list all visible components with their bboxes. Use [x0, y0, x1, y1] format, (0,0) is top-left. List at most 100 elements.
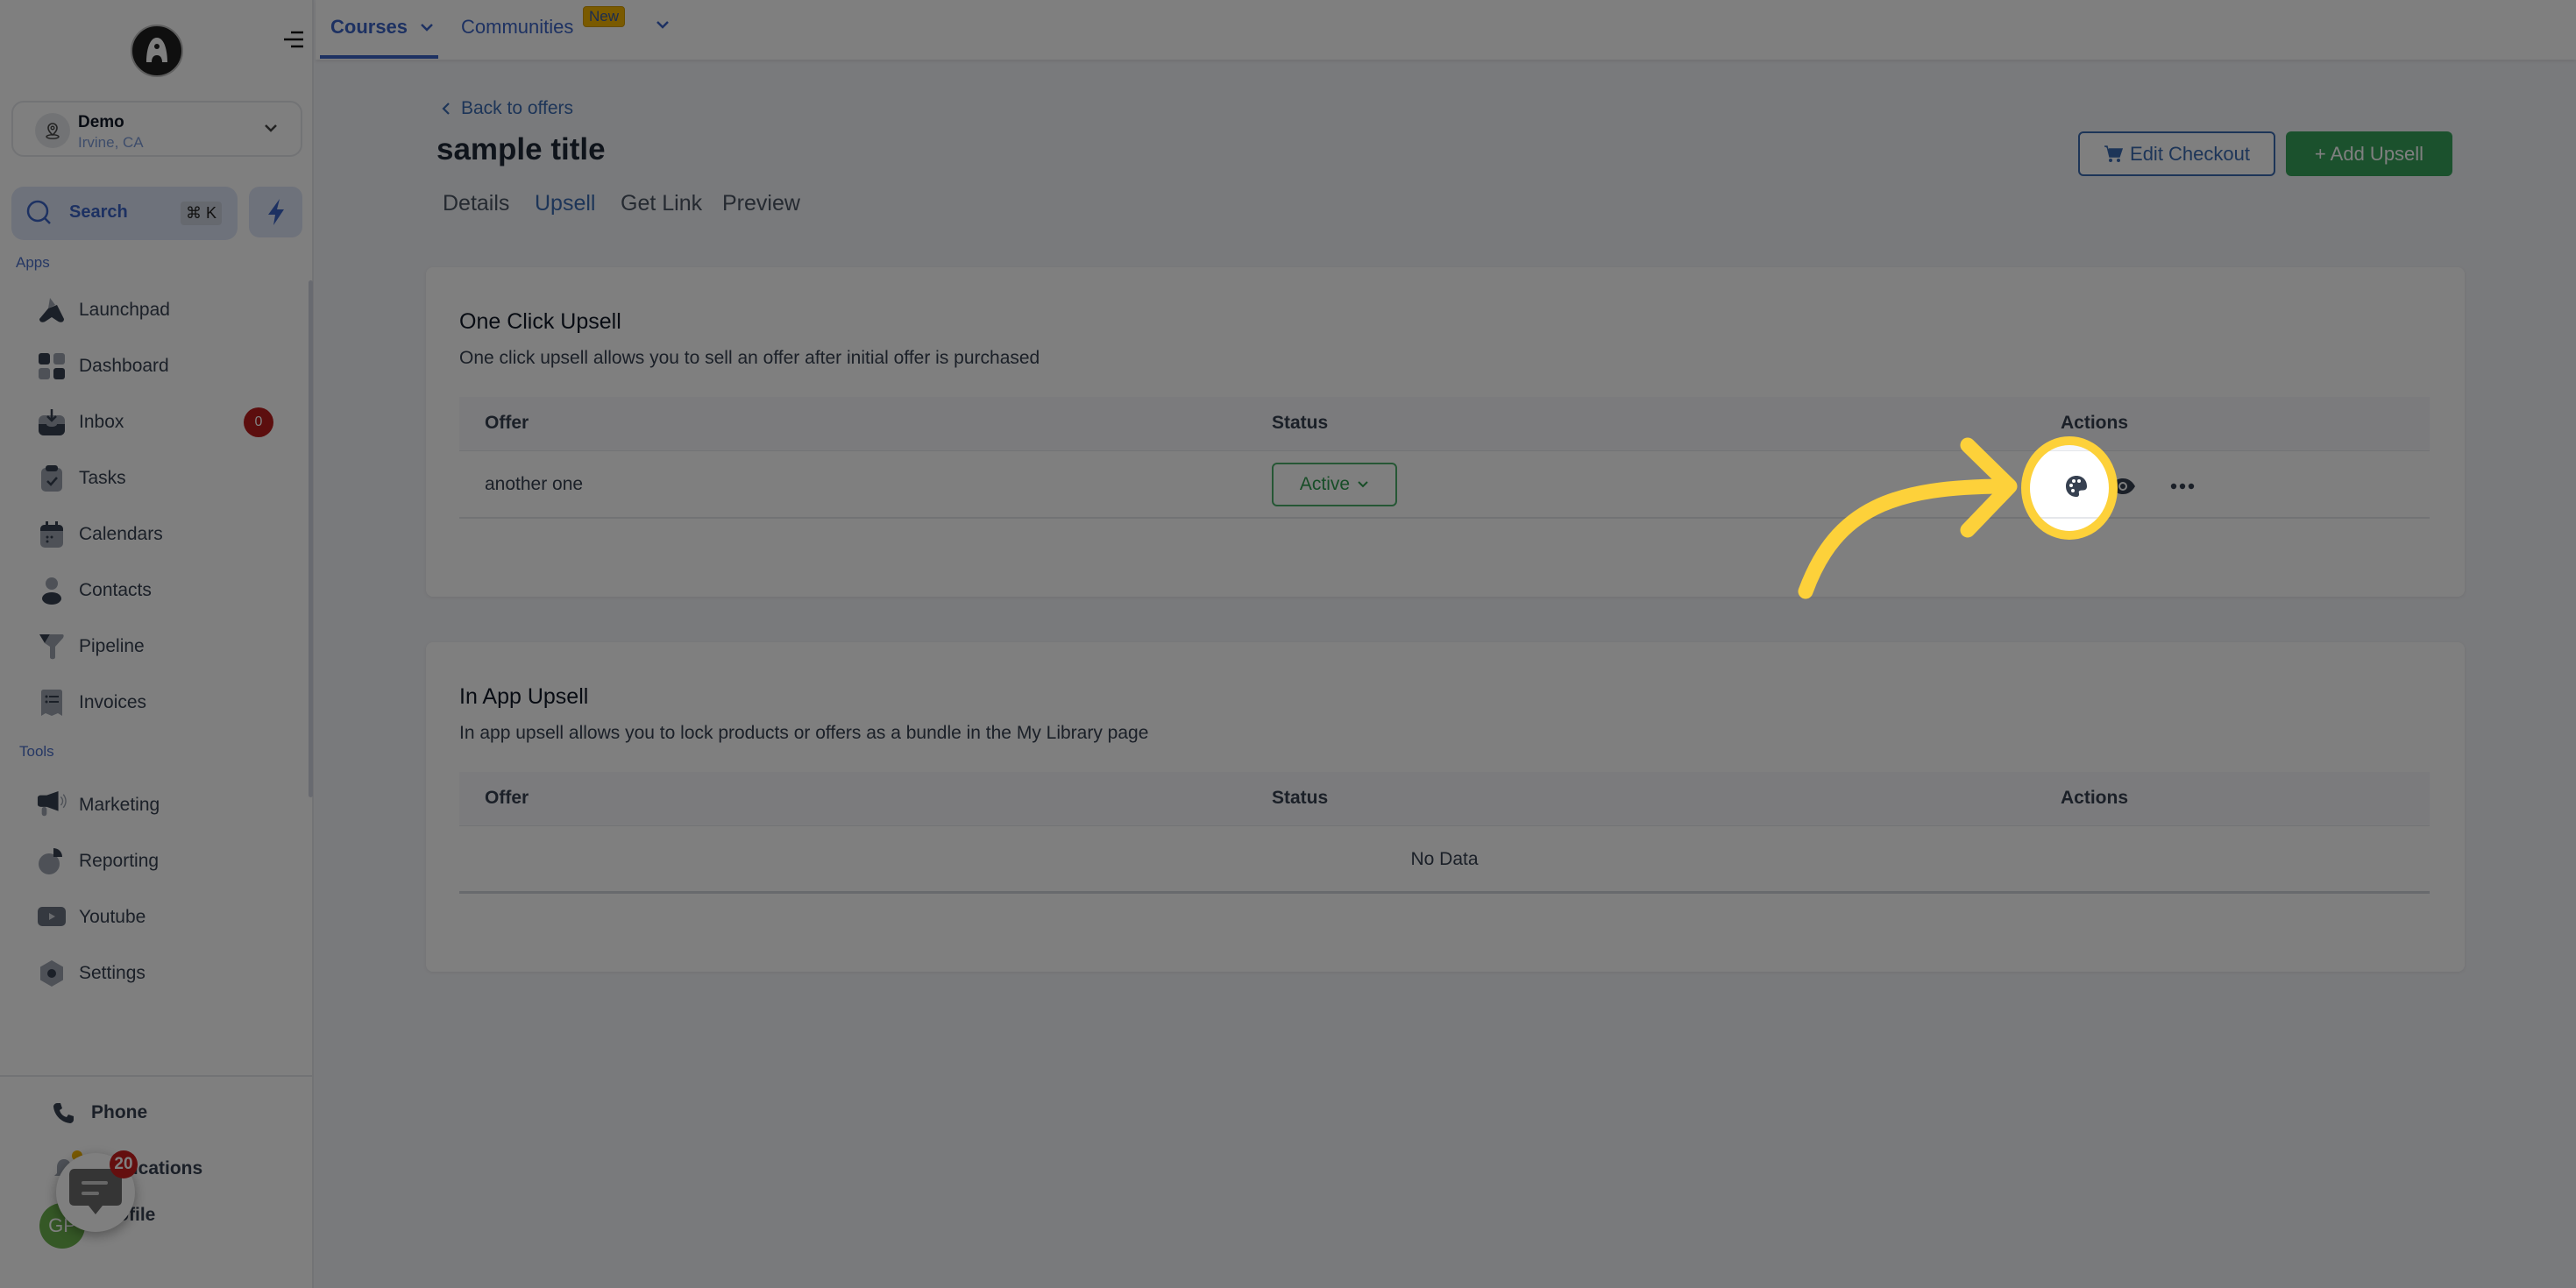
- preview-button[interactable]: [2110, 473, 2136, 499]
- back-to-offers-link[interactable]: Back to offers: [442, 98, 573, 119]
- sidebar: Demo Irvine, CA Search ⌘ K Apps Launchpa…: [0, 0, 314, 1288]
- sidebar-item-calendars[interactable]: Calendars: [37, 517, 291, 552]
- customize-palette-button[interactable]: [2063, 473, 2090, 499]
- location-avatar: [35, 113, 70, 148]
- sidebar-item-pipeline[interactable]: Pipeline: [37, 629, 291, 664]
- sidebar-item-label: Launchpad: [79, 300, 170, 320]
- invoices-icon: [37, 688, 67, 718]
- tab-get-link[interactable]: Get Link: [621, 191, 702, 216]
- quick-action-button[interactable]: [249, 187, 302, 237]
- sidebar-item-contacts[interactable]: Contacts: [37, 573, 291, 608]
- sidebar-item-label: Settings: [79, 963, 145, 983]
- column-header-status: Status: [1272, 788, 1329, 808]
- location-pin-icon: [46, 123, 60, 139]
- add-upsell-button[interactable]: + Add Upsell: [2286, 131, 2452, 176]
- sidebar-item-label: Dashboard: [79, 356, 169, 376]
- tools-section-label: Tools: [19, 743, 54, 760]
- sidebar-item-label: Phone: [91, 1102, 148, 1122]
- tab-communities[interactable]: Communities: [461, 16, 573, 39]
- megaphone-icon: [37, 790, 67, 820]
- location-city: Irvine, CA: [78, 134, 144, 151]
- tab-courses[interactable]: Courses: [330, 16, 434, 39]
- sidebar-item-label: Calendars: [79, 524, 163, 544]
- column-header-status: Status: [1272, 413, 1329, 433]
- palette-icon: [2066, 476, 2087, 497]
- card-description: In app upsell allows you to lock product…: [459, 723, 1149, 743]
- pie-chart-icon: [37, 846, 67, 876]
- offer-name: another one: [485, 474, 584, 494]
- card-title: One Click Upsell: [459, 309, 621, 334]
- no-data-message: No Data: [1410, 849, 1479, 869]
- sidebar-item-settings[interactable]: Settings: [37, 956, 291, 991]
- sidebar-item-marketing[interactable]: Marketing: [37, 788, 291, 823]
- settings-icon: [37, 959, 67, 988]
- column-header-offer: Offer: [485, 788, 529, 808]
- calendar-icon: [37, 520, 67, 549]
- tab-label: Communities: [461, 16, 574, 38]
- more-options-button[interactable]: [2169, 473, 2196, 499]
- sidebar-item-dashboard[interactable]: Dashboard: [37, 349, 291, 384]
- sidebar-item-label: Youtube: [79, 907, 146, 927]
- sidebar-item-reporting[interactable]: Reporting: [37, 844, 291, 879]
- app-logo[interactable]: [131, 25, 183, 77]
- sidebar-item-tasks[interactable]: Tasks: [37, 461, 291, 496]
- sidebar-item-invoices[interactable]: Invoices: [37, 685, 291, 720]
- search-button[interactable]: Search ⌘ K: [11, 187, 238, 240]
- tasks-icon: [37, 464, 67, 493]
- column-header-actions: Actions: [2061, 413, 2129, 433]
- cart-icon: [2104, 145, 2124, 162]
- tab-upsell[interactable]: Upsell: [535, 191, 595, 216]
- sidebar-item-youtube[interactable]: Youtube: [37, 900, 291, 935]
- chevron-down-icon: [656, 21, 669, 29]
- table-header: Offer Status Actions: [459, 397, 2430, 451]
- sidebar-scrollbar[interactable]: [309, 280, 313, 797]
- tab-preview[interactable]: Preview: [722, 191, 800, 216]
- chevron-down-icon: [1358, 481, 1368, 488]
- empty-row: No Data: [459, 827, 2430, 894]
- menu-collapse-icon: [284, 31, 303, 48]
- new-badge: New: [583, 6, 626, 27]
- inbox-icon: [37, 407, 67, 437]
- search-label: Search: [69, 202, 128, 222]
- pipeline-icon: [37, 632, 67, 662]
- contacts-icon: [37, 576, 67, 605]
- dashboard-icon: [37, 351, 67, 381]
- more-tabs-dropdown[interactable]: [656, 19, 670, 30]
- sidebar-collapse-button[interactable]: [282, 28, 305, 51]
- table-row: another one Active: [459, 452, 2430, 519]
- status-value: Active: [1299, 474, 1351, 494]
- sidebar-item-launchpad[interactable]: Launchpad: [37, 293, 291, 328]
- sidebar-divider: [0, 1075, 312, 1077]
- chevron-down-icon: [421, 24, 433, 32]
- ellipsis-icon: [2170, 483, 2195, 490]
- card-title: In App Upsell: [459, 684, 589, 709]
- inbox-count-badge: 0: [244, 407, 273, 437]
- active-tab-indicator: [320, 55, 438, 59]
- top-navigation: Courses Communities New: [316, 0, 2576, 60]
- tab-details[interactable]: Details: [443, 191, 509, 216]
- column-header-offer: Offer: [485, 413, 529, 433]
- apps-section-label: Apps: [16, 254, 50, 271]
- sidebar-item-label: Marketing: [79, 795, 160, 815]
- status-dropdown[interactable]: Active: [1272, 463, 1397, 506]
- in-app-upsell-card: In App Upsell In app upsell allows you t…: [426, 642, 2465, 972]
- edit-checkout-button[interactable]: Edit Checkout: [2078, 131, 2275, 176]
- search-icon: [25, 199, 53, 231]
- edit-checkout-label: Edit Checkout: [2130, 142, 2250, 165]
- location-name: Demo: [78, 113, 124, 131]
- page-title: sample title: [436, 132, 606, 166]
- sidebar-item-label: Pipeline: [79, 636, 145, 656]
- back-link-label: Back to offers: [461, 98, 574, 118]
- sidebar-item-label: Reporting: [79, 851, 160, 871]
- chevron-left-icon: [442, 103, 450, 115]
- eye-icon: [2111, 478, 2135, 494]
- youtube-icon: [37, 902, 67, 932]
- add-upsell-label: + Add Upsell: [2314, 142, 2424, 165]
- sidebar-item-label: Invoices: [79, 692, 147, 712]
- location-switcher[interactable]: Demo Irvine, CA: [11, 101, 302, 157]
- launchpad-icon: [37, 295, 67, 325]
- lightning-icon: [267, 199, 284, 225]
- phone-icon: [49, 1098, 79, 1128]
- sidebar-item-label: Tasks: [79, 468, 126, 488]
- sidebar-item-phone[interactable]: Phone: [49, 1098, 147, 1128]
